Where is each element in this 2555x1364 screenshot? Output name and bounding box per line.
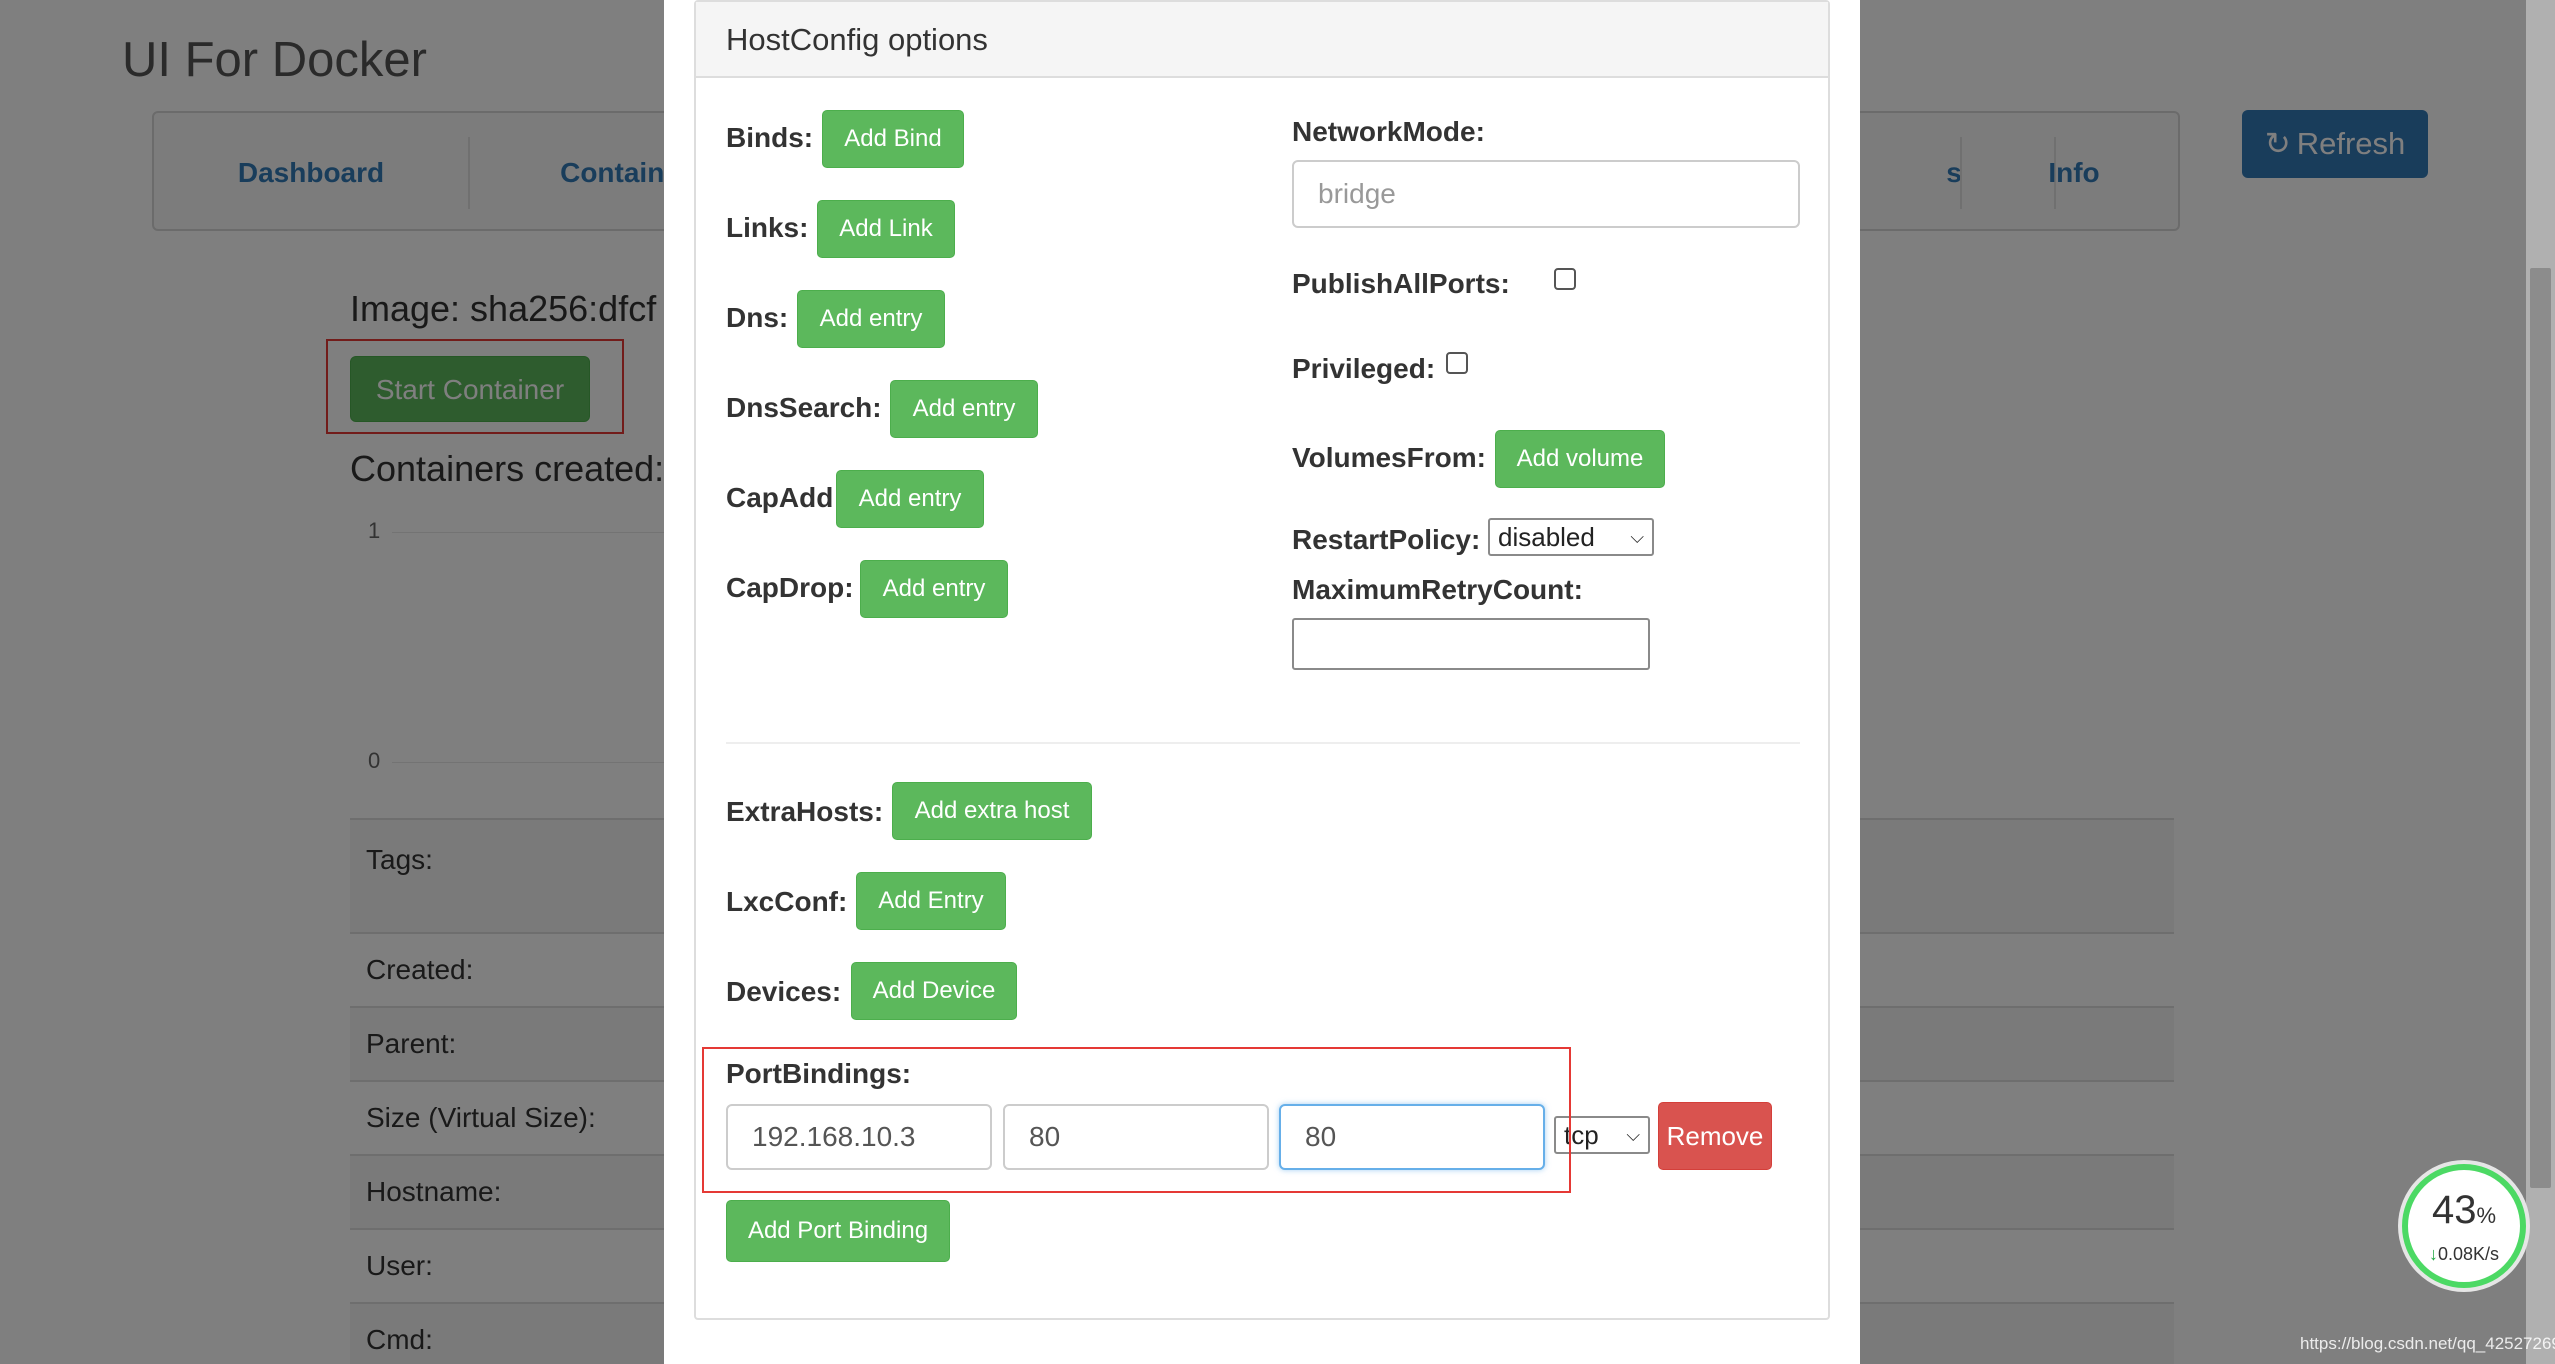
chevron-down-icon: ⌵ xyxy=(1630,527,1644,547)
devices-label: Devices: xyxy=(726,976,842,1007)
add-dnssearch-entry-button[interactable]: Add entry xyxy=(890,380,1038,438)
network-speed-widget[interactable]: 43% ↓0.08K/s xyxy=(2402,1164,2526,1288)
lxcconf-label: LxcConf: xyxy=(726,886,848,917)
add-capadd-entry-button[interactable]: Add entry xyxy=(836,470,984,528)
binds-label: Binds: xyxy=(726,122,814,153)
restartpolicy-value: disabled xyxy=(1498,522,1595,552)
add-capdrop-entry-button[interactable]: Add entry xyxy=(860,560,1008,618)
add-link-button[interactable]: Add Link xyxy=(817,200,955,258)
speed-percent: 43% xyxy=(2431,1188,2497,1232)
capadd-label: CapAdd: xyxy=(726,482,843,513)
publishallports-checkbox[interactable] xyxy=(1554,268,1576,290)
page-scrollbar-thumb[interactable] xyxy=(2530,268,2551,1188)
section-divider xyxy=(726,742,1800,744)
networkmode-label: NetworkMode: xyxy=(1292,116,1485,147)
links-label: Links: xyxy=(726,212,809,243)
capdrop-label: CapDrop: xyxy=(726,572,854,603)
dns-label: Dns: xyxy=(726,302,789,333)
add-lxcconf-entry-button[interactable]: Add Entry xyxy=(856,872,1006,930)
add-device-button[interactable]: Add Device xyxy=(851,962,1017,1020)
privileged-checkbox[interactable] xyxy=(1446,352,1468,374)
add-extra-host-button[interactable]: Add extra host xyxy=(892,782,1092,840)
panel-heading: HostConfig options xyxy=(696,2,1828,78)
extrahosts-label: ExtraHosts: xyxy=(726,796,884,827)
networkmode-input[interactable] xyxy=(1292,160,1800,228)
add-bind-button[interactable]: Add Bind xyxy=(822,110,964,168)
speed-rate: ↓0.08K/s xyxy=(2428,1244,2500,1264)
download-arrow-icon: ↓ xyxy=(2428,1244,2438,1264)
chevron-down-icon: ⌵ xyxy=(1626,1125,1640,1145)
maxretrycount-input[interactable] xyxy=(1292,618,1650,670)
volumesfrom-label: VolumesFrom: xyxy=(1292,442,1486,473)
add-port-binding-button[interactable]: Add Port Binding xyxy=(726,1200,950,1262)
add-volume-button[interactable]: Add volume xyxy=(1495,430,1665,488)
privileged-label: Privileged: xyxy=(1292,353,1436,384)
highlight-port-bindings xyxy=(702,1047,1571,1193)
publishallports-label: PublishAllPorts: xyxy=(1292,268,1510,299)
watermark: https://blog.csdn.net/qq_42527269 xyxy=(2300,1334,2555,1353)
restartpolicy-label: RestartPolicy: xyxy=(1292,524,1481,555)
restartpolicy-select[interactable]: disabled ⌵ xyxy=(1488,518,1654,556)
panel-title: HostConfig options xyxy=(726,22,988,57)
remove-port-binding-button[interactable]: Remove xyxy=(1658,1102,1772,1170)
dnssearch-label: DnsSearch: xyxy=(726,392,882,423)
maxretrycount-label: MaximumRetryCount: xyxy=(1292,574,1583,605)
add-dns-entry-button[interactable]: Add entry xyxy=(797,290,945,348)
